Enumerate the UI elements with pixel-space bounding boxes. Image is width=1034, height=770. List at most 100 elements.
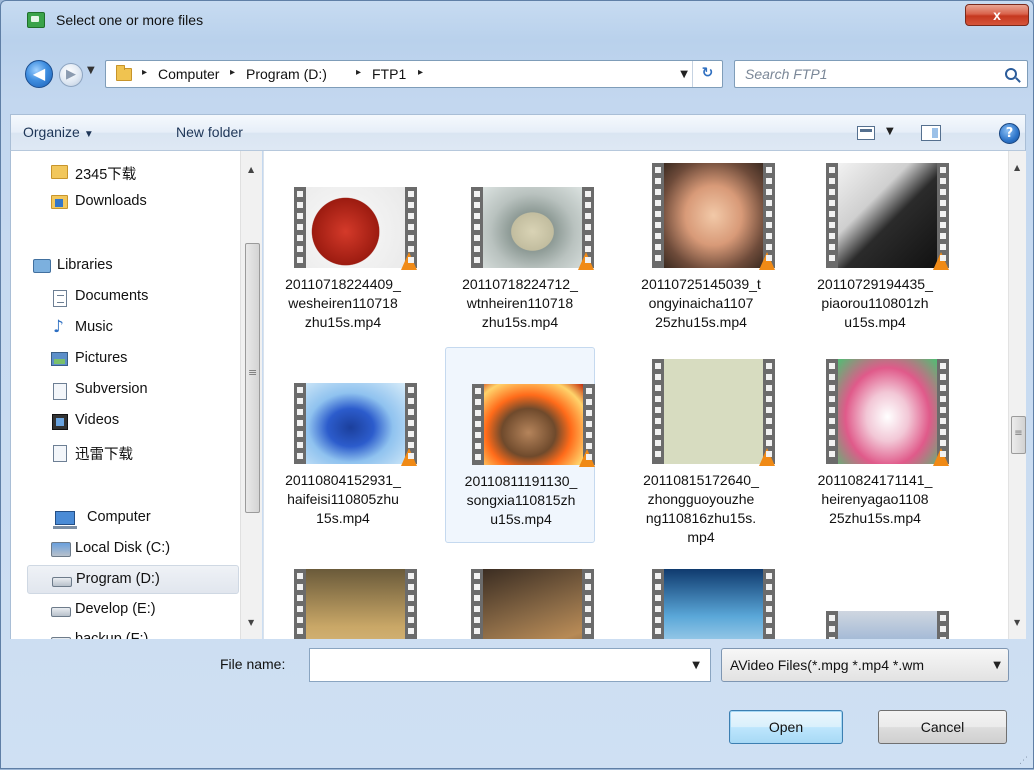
video-thumbnail — [652, 163, 775, 270]
organize-label: Organize — [23, 124, 80, 140]
breadcrumb-ftp1[interactable]: FTP1 — [372, 66, 406, 82]
file-tile[interactable]: 20110718224712_ wtnheiren110718 zhu15s.mp4 — [445, 151, 595, 347]
nav-item-xunlei-download[interactable]: 迅雷下载 — [41, 438, 262, 467]
file-name-line: ng110816zhu15s. — [645, 510, 757, 526]
nav-item-label: Videos — [75, 412, 120, 428]
view-options-dropdown[interactable]: ▼ — [886, 126, 894, 137]
woman-in-coat-thumbnail-image — [306, 569, 405, 639]
red-apple-thumbnail-image — [306, 187, 405, 268]
recent-pages-dropdown[interactable]: ▼ — [87, 65, 95, 76]
new-folder-button[interactable]: New folder — [176, 124, 243, 140]
nav-item-label: Subversion — [75, 381, 148, 397]
file-open-dialog: Select one or more files x ◀ ▶ ▼ ▸ Compu… — [0, 0, 1034, 769]
file-name-line: songxia110815zh — [466, 492, 576, 508]
back-button[interactable]: ◀ — [25, 60, 53, 88]
scroll-thumb[interactable]: ≡ — [1011, 416, 1026, 454]
file-tile[interactable] — [268, 551, 418, 639]
file-tile[interactable] — [445, 551, 595, 639]
nav-item-label: backup (F:) — [75, 631, 149, 639]
nav-item-pictures[interactable]: Pictures — [41, 345, 262, 374]
nav-item-label: Libraries — [57, 257, 113, 273]
scroll-up-icon[interactable]: ▲ — [248, 165, 254, 174]
scroll-up-icon[interactable]: ▲ — [1014, 163, 1020, 172]
scroll-down-icon[interactable]: ▼ — [248, 618, 254, 627]
search-box[interactable]: Search FTP1 — [734, 60, 1028, 88]
preview-pane-icon[interactable] — [921, 125, 941, 141]
hair-closeup-thumbnail-image — [838, 163, 937, 268]
refresh-icon: ↻ — [701, 65, 714, 81]
nav-item-documents[interactable]: Documents — [41, 283, 262, 312]
close-button[interactable]: x — [965, 4, 1029, 26]
nav-item-libraries[interactable]: Libraries — [23, 252, 253, 281]
vlc-cone-icon — [578, 252, 594, 270]
nav-item-videos[interactable]: Videos — [41, 407, 262, 436]
breadcrumb-separator[interactable]: ▸ — [230, 67, 235, 78]
scroll-thumb[interactable] — [245, 243, 260, 513]
file-name-line: 25zhu15s.mp4 — [655, 314, 747, 330]
file-name-line: 20110804152931_ — [285, 472, 401, 488]
videos-icon — [52, 414, 68, 430]
pictures-icon — [51, 352, 68, 366]
nav-item-program-d[interactable]: Program (D:) — [27, 565, 239, 594]
breadcrumb-separator[interactable]: ▸ — [418, 67, 423, 78]
app-icon — [27, 12, 45, 28]
video-thumbnail — [472, 384, 595, 467]
nav-item-label: Local Disk (C:) — [75, 540, 171, 556]
file-name-line: 20110725145039_t — [641, 276, 761, 292]
refresh-button[interactable]: ↻ — [692, 61, 722, 87]
library-folder-icon — [53, 445, 67, 462]
help-icon[interactable]: ? — [999, 123, 1020, 144]
breadcrumb-computer[interactable]: Computer — [158, 66, 219, 82]
file-name-line: wesheiren110718 — [288, 295, 398, 311]
video-thumbnail — [294, 569, 417, 639]
file-type-filter[interactable]: AVideo Files(*.mpg *.mp4 *.wm ▼ — [721, 648, 1009, 682]
file-tile[interactable]: 20110729194435_ piaorou110801zh u15s.mp4 — [800, 151, 950, 347]
content-scrollbar[interactable]: ▲ ≡ ▼ — [1008, 151, 1026, 639]
file-tile[interactable] — [626, 551, 776, 639]
file-tile[interactable]: 20110824171141_ heirenyagao1108 25zhu15s.m… — [800, 347, 950, 543]
organize-button[interactable]: Organize ▼ — [23, 124, 94, 140]
nav-item-label: Pictures — [75, 350, 128, 366]
change-view-icon[interactable] — [857, 126, 875, 140]
file-tile[interactable]: 20110811191130_ songxia110815zh u15s.mp4 — [445, 347, 595, 543]
search-icon[interactable] — [1005, 68, 1017, 80]
scroll-down-icon[interactable]: ▼ — [1014, 618, 1020, 627]
nav-item-music[interactable]: ♪ Music — [41, 314, 262, 343]
address-bar[interactable]: ▸ Computer ▸ Program (D:) ▸ FTP1 ▸ ▼ ↻ — [105, 60, 723, 88]
video-thumbnail — [294, 187, 417, 270]
nav-item-label: 2345下载 — [75, 167, 137, 183]
cancel-button[interactable]: Cancel — [878, 710, 1007, 744]
breadcrumb-separator[interactable]: ▸ — [356, 67, 361, 78]
nav-item-computer[interactable]: Computer — [23, 504, 253, 533]
nav-scrollbar[interactable]: ▲ ▼ — [240, 151, 262, 639]
file-tile[interactable]: 20110804152931_ haifeisi110805zhu 15s.mp4 — [268, 347, 418, 543]
file-name-text: 20110718224712_ wtnheiren110718 zhu15s.mp4 — [445, 275, 595, 332]
file-name-line: u15s.mp4 — [490, 511, 552, 527]
open-button[interactable]: Open — [729, 710, 843, 744]
address-history-dropdown[interactable]: ▼ — [680, 69, 688, 80]
file-name-line: wtnheiren110718 — [466, 295, 574, 311]
breadcrumb-separator[interactable]: ▸ — [142, 67, 147, 78]
nav-item-backup-f[interactable]: backup (F:) — [41, 626, 262, 639]
file-tile[interactable]: 20110725145039_t ongyinaicha1107 25zhu15s.… — [626, 151, 776, 347]
file-tile[interactable] — [800, 551, 950, 639]
vlc-cone-icon — [933, 252, 949, 270]
resize-grip-icon[interactable]: ⋰ — [1019, 756, 1029, 766]
chevron-down-icon[interactable]: ▼ — [692, 660, 700, 671]
dialog-footer: File name: ▼ AVideo Files(*.mpg *.mp4 *.… — [1, 639, 1033, 770]
file-tile[interactable]: 20110815172640_ zhongguoyouzhe ng110816zhu… — [626, 347, 776, 545]
nav-item-subversion[interactable]: Subversion — [41, 376, 262, 405]
file-tile[interactable]: 20110718224409_ wesheiren110718 zhu15s.mp4 — [268, 151, 418, 347]
video-thumbnail — [826, 163, 949, 270]
nav-item-downloads[interactable]: Downloads — [41, 188, 262, 217]
blank-green-thumbnail-image — [664, 359, 763, 464]
nav-item-local-disk-c[interactable]: Local Disk (C:) — [41, 535, 262, 564]
forward-button[interactable]: ▶ — [59, 63, 83, 87]
file-name-input[interactable]: ▼ — [309, 648, 711, 682]
local-disk-icon — [51, 542, 71, 557]
file-name-line: u15s.mp4 — [844, 314, 906, 330]
nav-item-2345-download[interactable]: 2345下载 — [41, 158, 262, 187]
breadcrumb-program-d[interactable]: Program (D:) — [246, 66, 327, 82]
nav-item-develop-e[interactable]: Develop (E:) — [41, 596, 262, 625]
vlc-cone-icon — [401, 252, 417, 270]
